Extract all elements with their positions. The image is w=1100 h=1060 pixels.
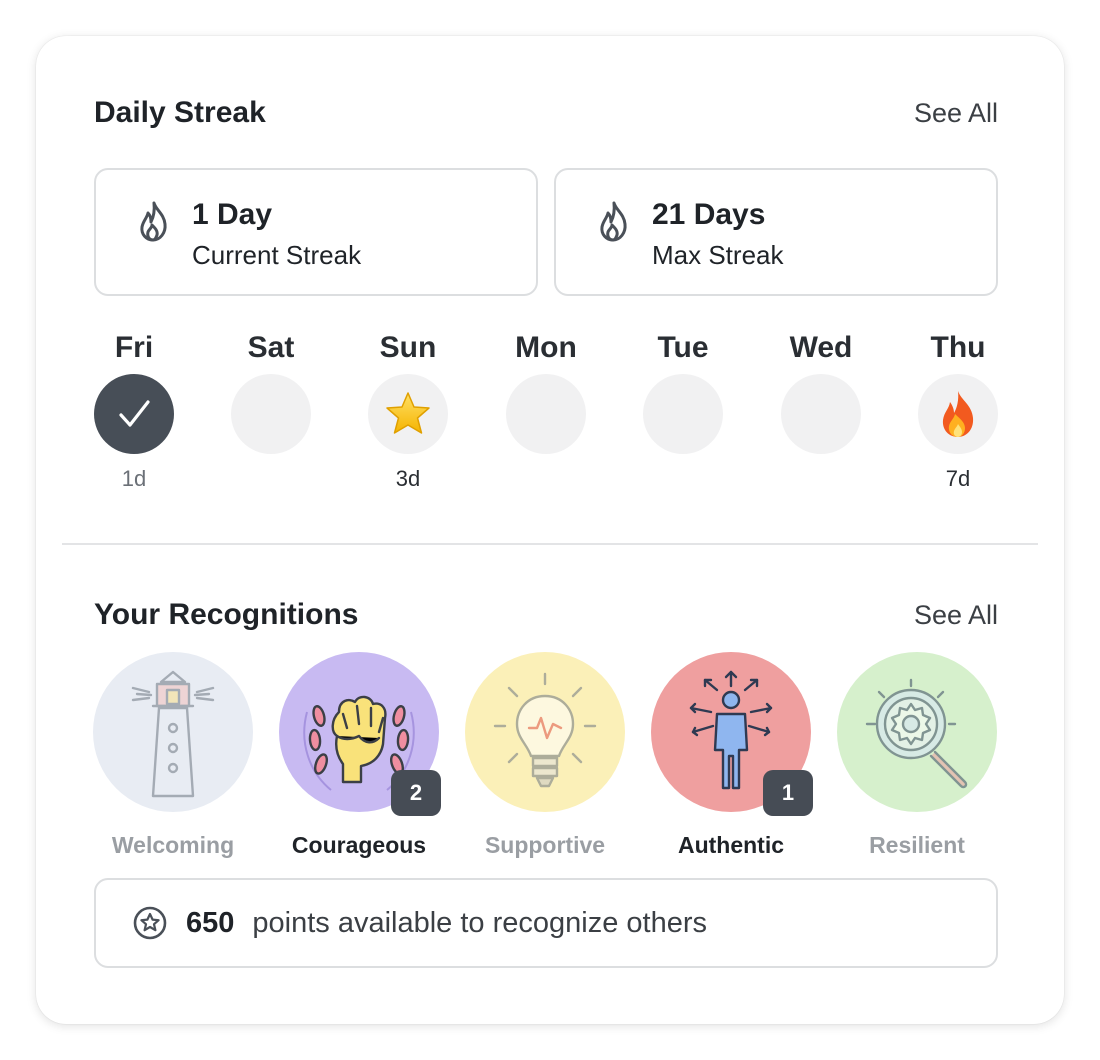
day-name: Sat: [247, 331, 295, 364]
recognition-supportive[interactable]: Supportive: [460, 652, 630, 859]
day-name: Fri: [114, 331, 154, 364]
day-count: [211, 466, 331, 494]
recognition-count-badge: 1: [763, 770, 813, 816]
recognition-disc: [93, 652, 253, 812]
star-circle-icon: [133, 906, 167, 940]
section-divider: [62, 543, 1038, 545]
day-tue: Tue: [623, 328, 743, 494]
max-streak-value: 21 Days: [652, 198, 766, 231]
day-circle: [506, 374, 586, 454]
day-circle: [231, 374, 311, 454]
recognition-label: Courageous: [291, 832, 427, 858]
points-value: 650: [186, 906, 235, 939]
recognition-disc: 1: [651, 652, 813, 816]
gear-magnifier-icon: [865, 678, 968, 789]
recognition-label: Welcoming: [111, 832, 235, 858]
day-circle: [918, 374, 998, 454]
recognition-courageous[interactable]: 2 Courageous: [274, 652, 444, 859]
day-count: [761, 466, 881, 494]
day-name: Tue: [657, 331, 709, 364]
day-circle: [368, 374, 448, 454]
recognition-authentic[interactable]: 1 Authentic: [646, 652, 816, 859]
day-sun: Sun 3d: [348, 328, 468, 494]
day-name: Mon: [515, 331, 577, 364]
day-circle: [643, 374, 723, 454]
recognition-label: Supportive: [484, 832, 606, 858]
max-streak-box: 21 Days Max Streak: [554, 168, 998, 296]
points-available-box[interactable]: 650 points available to recognize others: [94, 878, 998, 968]
day-count: [623, 466, 743, 494]
recognitions-title: Your Recognitions: [94, 598, 359, 631]
recognition-count-badge: 2: [391, 770, 441, 816]
flame-icon: [140, 201, 167, 242]
day-name: Thu: [930, 331, 986, 364]
recognitions-see-all-link[interactable]: See All: [914, 600, 998, 631]
day-mon: Mon: [486, 328, 606, 494]
day-count: [486, 466, 606, 494]
lighthouse-icon: [131, 670, 215, 798]
max-streak-label: Max Streak: [652, 240, 784, 270]
day-count: 3d: [395, 466, 421, 491]
day-thu: Thu 7d: [898, 328, 1018, 494]
day-circle: [781, 374, 861, 454]
recognition-welcoming[interactable]: Welcoming: [88, 652, 258, 859]
recognition-label: Authentic: [677, 832, 785, 858]
recognition-disc: 2: [279, 652, 441, 816]
day-circle: [94, 374, 174, 454]
streak-card: Daily Streak See All 1 Day Current Strea…: [36, 36, 1064, 1024]
recognition-disc: [837, 652, 997, 812]
star-icon: [386, 392, 430, 434]
current-streak-box: 1 Day Current Streak: [94, 168, 538, 296]
current-streak-label: Current Streak: [192, 240, 362, 270]
day-name: Wed: [789, 331, 853, 364]
streak-see-all-link[interactable]: See All: [914, 98, 998, 129]
flame-icon: [600, 201, 627, 242]
recognition-resilient[interactable]: Resilient: [832, 652, 1002, 859]
points-text: points available to recognize others: [252, 906, 708, 939]
day-count: 7d: [945, 466, 971, 491]
day-wed: Wed: [761, 328, 881, 494]
current-streak-value: 1 Day: [192, 198, 273, 231]
fire-icon: [942, 391, 974, 437]
recognition-label: Resilient: [869, 832, 965, 858]
day-name: Sun: [379, 331, 437, 364]
day-sat: Sat: [211, 328, 331, 494]
lightbulb-icon: [493, 672, 597, 788]
checkmark-icon: [119, 400, 150, 427]
day-count: 1d: [121, 466, 147, 491]
day-fri: Fri 1d: [74, 328, 194, 494]
daily-streak-title: Daily Streak: [94, 96, 266, 129]
recognition-disc: [465, 652, 625, 812]
